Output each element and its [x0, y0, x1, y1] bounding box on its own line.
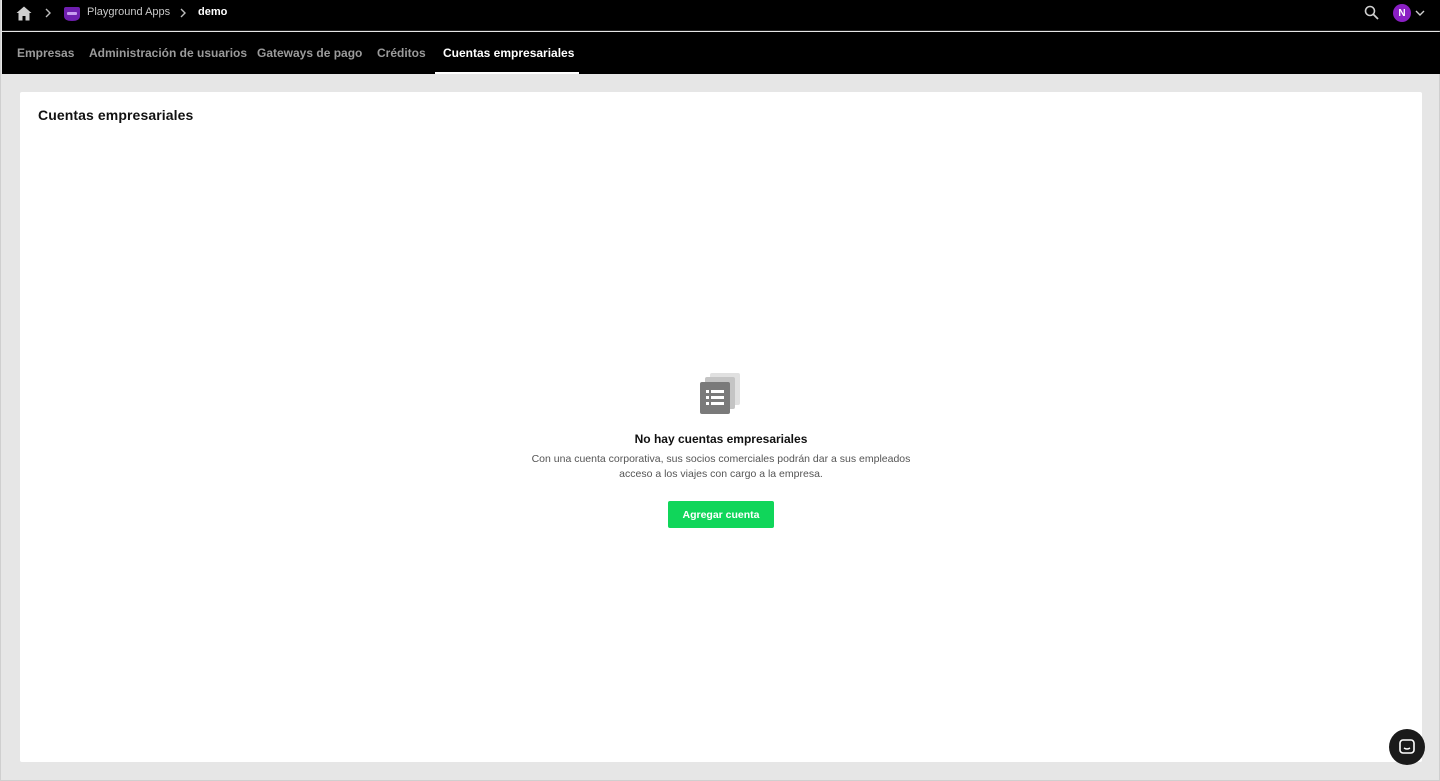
active-tab-indicator — [435, 72, 579, 74]
chevron-right-icon — [180, 8, 186, 18]
tab-empresas[interactable]: Empresas — [17, 32, 74, 74]
breadcrumb-app[interactable]: Playground Apps — [87, 6, 170, 18]
avatar[interactable]: N — [1393, 4, 1411, 22]
empty-state-title: No hay cuentas empresariales — [634, 432, 808, 446]
home-icon[interactable] — [16, 6, 32, 21]
add-account-button[interactable]: Agregar cuenta — [668, 501, 774, 528]
page-title: Cuentas empresariales — [38, 107, 194, 123]
tabs-bar: Empresas Administración de usuarios Gate… — [2, 32, 1440, 74]
tab-administracion-usuarios[interactable]: Administración de usuarios — [89, 32, 247, 74]
empty-state-description: Con una cuenta corporativa, sus socios c… — [531, 453, 911, 480]
tab-cuentas-empresariales[interactable]: Cuentas empresariales — [443, 32, 574, 74]
chat-launcher-button[interactable] — [1389, 729, 1425, 765]
chat-icon — [1399, 739, 1415, 754]
app-logo — [64, 7, 80, 21]
top-bar: Playground Apps demo N — [2, 0, 1440, 31]
tab-creditos[interactable]: Créditos — [377, 32, 426, 74]
tab-gateways-pago[interactable]: Gateways de pago — [257, 32, 362, 74]
app-frame: Playground Apps demo N Empresas Administ… — [0, 0, 1440, 781]
chevron-down-icon[interactable] — [1415, 9, 1425, 17]
main-card: Cuentas empresariales No hay cuentas emp… — [20, 92, 1422, 762]
breadcrumb-current: demo — [198, 6, 228, 18]
chevron-right-icon — [45, 8, 51, 18]
list-stack-icon — [700, 373, 740, 414]
search-icon[interactable] — [1364, 5, 1379, 20]
